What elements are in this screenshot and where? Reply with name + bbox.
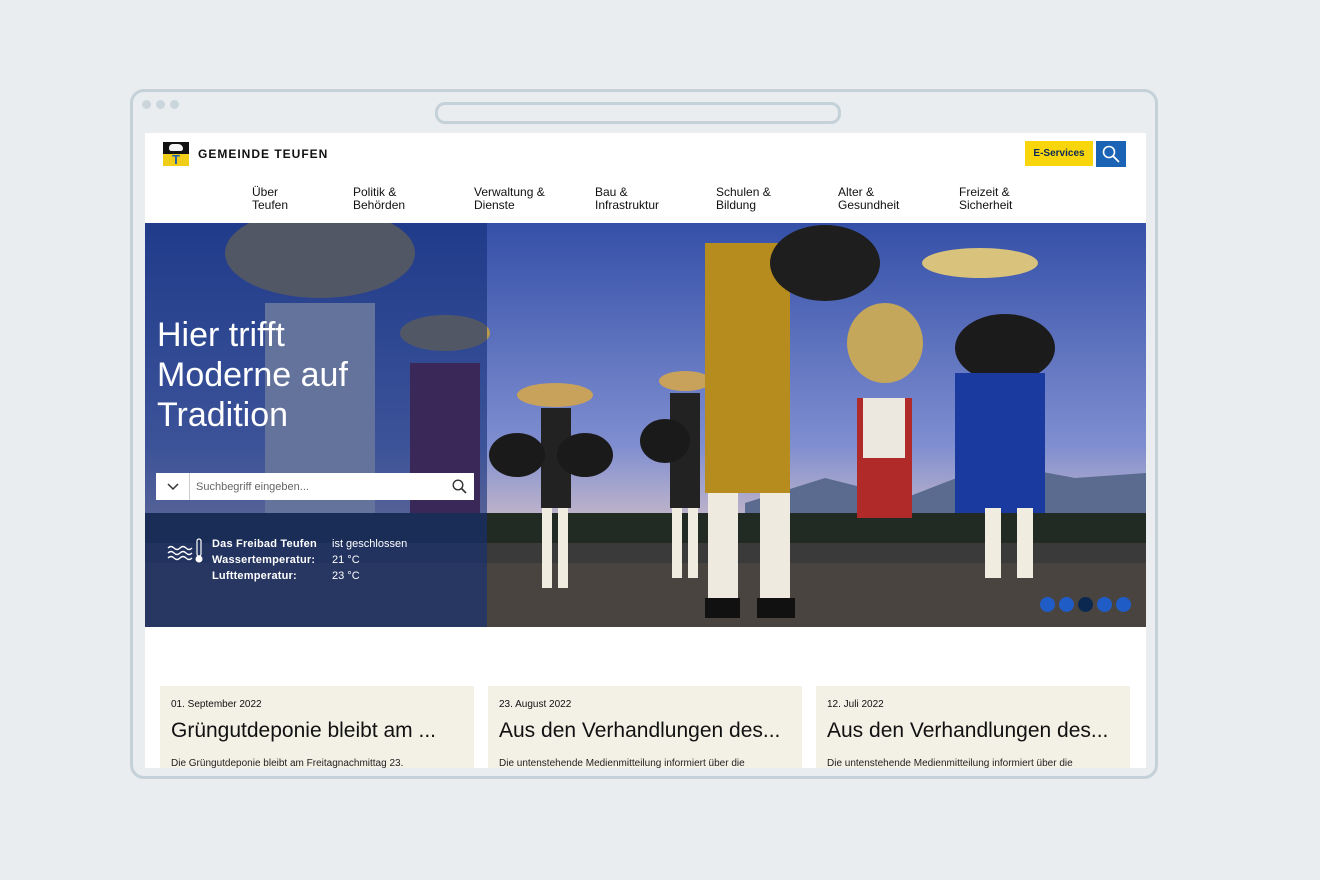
nav-item-alter[interactable]: Alter & Gesundheit (838, 186, 948, 212)
news-date: 12. Juli 2022 (827, 699, 884, 710)
chevron-down-icon (166, 482, 179, 490)
news-date: 01. September 2022 (171, 699, 262, 710)
address-bar[interactable] (435, 102, 841, 124)
news-title: Grüngutdeponie bleibt am ... (171, 719, 437, 742)
bear-coat-of-arms-icon: T (163, 142, 189, 166)
air-temp-value: 23 °C (332, 570, 360, 582)
hero-search-bar (156, 473, 474, 500)
pool-status-row: Das Freibad Teufen ist geschlossen (212, 536, 407, 552)
carousel-dot[interactable] (1059, 597, 1074, 612)
search-button[interactable] (1096, 141, 1126, 167)
water-temp-label: Wassertemperatur: (212, 554, 316, 566)
air-temp-label: Lufttemperatur: (212, 570, 297, 582)
webpage: T GEMEINDE TEUFEN E-Services Über Teufen… (145, 133, 1146, 768)
search-submit-button[interactable] (444, 473, 474, 500)
search-category-dropdown[interactable] (156, 473, 190, 500)
nav-item-bau[interactable]: Bau & Infrastruktur (595, 186, 705, 212)
carousel-dots (1040, 597, 1131, 612)
hero-headline: Hier trifft Moderne auf Tradition (157, 316, 348, 434)
carousel-dot[interactable] (1116, 597, 1131, 612)
carousel-dot[interactable] (1097, 597, 1112, 612)
carousel-dot[interactable] (1040, 597, 1055, 612)
nav-item-schulen[interactable]: Schulen & Bildung (716, 186, 826, 212)
eservices-button[interactable]: E-Services (1025, 141, 1093, 166)
water-temp-value: 21 °C (332, 554, 360, 566)
news-card[interactable]: 23. August 2022 Aus den Verhandlungen de… (488, 686, 802, 768)
search-input[interactable] (190, 474, 444, 499)
news-card[interactable]: 01. September 2022 Grüngutdeponie bleibt… (160, 686, 474, 768)
pool-name: Das Freibad Teufen (212, 538, 317, 550)
nav-item-ueber-teufen[interactable]: Über Teufen (252, 186, 362, 212)
news-excerpt: Die untenstehende Medienmitteilung infor… (499, 758, 745, 768)
site-logo[interactable]: T GEMEINDE TEUFEN (163, 142, 328, 166)
window-dot[interactable] (142, 100, 151, 109)
news-card[interactable]: 12. Juli 2022 Aus den Verhandlungen des.… (816, 686, 1130, 768)
air-temp-row: Lufttemperatur: 23 °C (212, 568, 360, 584)
search-icon (451, 479, 467, 494)
window-dot[interactable] (156, 100, 165, 109)
pool-status: ist geschlossen (332, 538, 408, 550)
hero-section: Hier trifft Moderne auf Tradition Suchbe… (145, 223, 1146, 627)
news-title: Aus den Verhandlungen des... (499, 719, 781, 742)
nav-item-politik[interactable]: Politik & Behörden (353, 186, 463, 212)
carousel-dot[interactable] (1078, 597, 1093, 612)
water-thermometer-icon (167, 538, 203, 563)
nav-item-verwaltung[interactable]: Verwaltung & Dienste (474, 186, 584, 212)
water-temp-row: Wassertemperatur: 21 °C (212, 552, 360, 568)
news-title: Aus den Verhandlungen des... (827, 719, 1109, 742)
site-name: GEMEINDE TEUFEN (198, 147, 329, 161)
news-excerpt: Die untenstehende Medienmitteilung infor… (827, 758, 1073, 768)
window-dot[interactable] (170, 100, 179, 109)
nav-item-freizeit[interactable]: Freizeit & Sicherheit (959, 186, 1069, 212)
search-icon (1102, 145, 1120, 163)
news-date: 23. August 2022 (499, 699, 572, 710)
window-controls (142, 100, 179, 109)
news-excerpt: Die Grüngutdeponie bleibt am Freitagnach… (171, 758, 404, 768)
